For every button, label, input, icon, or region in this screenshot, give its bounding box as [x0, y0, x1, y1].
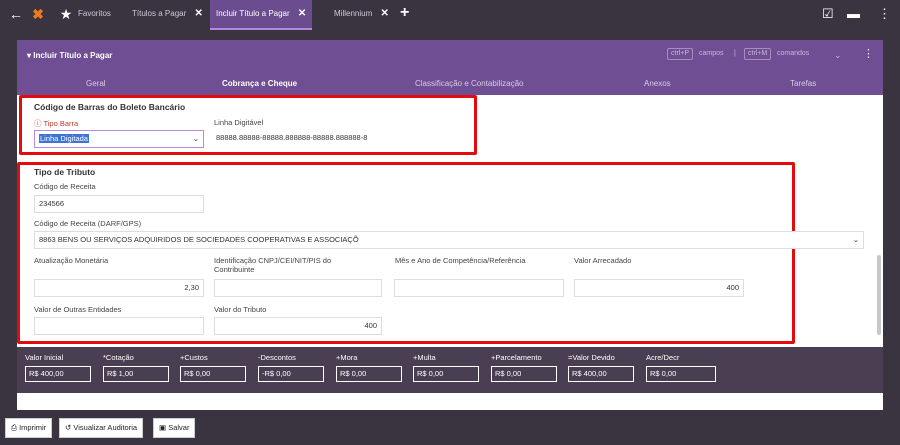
total-label: *Cotação: [103, 353, 134, 362]
star-icon[interactable]: ★: [58, 6, 74, 22]
chevron-down-icon: ⌄: [852, 235, 859, 244]
history-icon: ↺: [65, 423, 72, 432]
valor-tributo-label: Valor do Tributo: [214, 305, 267, 314]
printer-icon: ⎙: [11, 423, 17, 432]
codigo-receita-label: Código de Receita: [34, 182, 96, 191]
darf-select[interactable]: 8863 BENS OU SERVIÇOS ADQUIRIDOS DE SOCI…: [34, 231, 864, 249]
total-value[interactable]: -R$ 0,00: [258, 366, 324, 382]
tab-tarefas[interactable]: Tarefas: [790, 79, 816, 88]
tab-titulos-a-pagar[interactable]: Títulos a Pagar ✕: [128, 0, 207, 30]
more-vertical-icon[interactable]: ⋮: [878, 6, 891, 22]
total-label: +Mora: [336, 353, 358, 362]
shortcut-label-1: campos: [699, 50, 724, 57]
valor-arrecadado-label: Valor Arrecadado: [574, 256, 632, 265]
collapse-icon[interactable]: ▾: [27, 51, 31, 60]
chat-icon[interactable]: ▬: [847, 6, 860, 21]
outras-entidades-label: Valor de Outras Entidades: [34, 305, 122, 314]
darf-label: Código de Receita (DARF/GPS): [34, 219, 142, 228]
total-value[interactable]: R$ 1,00: [103, 366, 169, 382]
tipo-barra-label: ⓘ Tipo Barra: [34, 119, 79, 128]
info-icon: ⓘ: [34, 119, 42, 128]
total-value[interactable]: R$ 0,00: [336, 366, 402, 382]
total-value[interactable]: R$ 400,00: [568, 366, 634, 382]
window-tabs: Geral Cobrança e Cheque Classificação e …: [17, 75, 883, 95]
atualizacao-field[interactable]: 2,30: [34, 279, 204, 297]
mes-ano-label: Mês e Ano de Competência/Referência: [395, 256, 526, 265]
more-vertical-icon[interactable]: ⋮: [863, 47, 874, 60]
total-label: Acre/Decr: [646, 353, 680, 362]
new-tab-icon[interactable]: +: [400, 4, 409, 22]
close-icon[interactable]: ✕: [380, 8, 388, 19]
total-label: +Custos: [180, 353, 208, 362]
total-label: Valor Inicial: [25, 353, 64, 362]
valor-tributo-field[interactable]: 400: [214, 317, 382, 335]
tributo-section-title: Tipo de Tributo: [34, 167, 96, 177]
form-content: Código de Barras do Boleto Bancário ⓘ Ti…: [17, 95, 883, 347]
totals-bar: Valor Inicial R$ 400,00 *Cotação R$ 1,00…: [17, 347, 883, 393]
tab-anexos[interactable]: Anexos: [644, 79, 671, 88]
tipo-barra-select[interactable]: Linha Digitada ⌄: [34, 130, 204, 148]
app-logo-icon[interactable]: ✖: [30, 6, 46, 22]
window-title: ▾ Incluir Título a Pagar: [27, 51, 113, 60]
imprimir-button[interactable]: ⎙ Imprimir: [5, 418, 53, 438]
tab-millennium[interactable]: Millennium ✕: [330, 0, 393, 30]
tab-label: Favoritos: [78, 9, 111, 18]
valor-arrecadado-field[interactable]: 400: [574, 279, 744, 297]
codigo-receita-field[interactable]: 234566: [34, 195, 204, 213]
shortcut-key-2: ctrl+M: [744, 48, 772, 60]
form-window: ▾ Incluir Título a Pagar ctrl+P campos |…: [17, 40, 883, 410]
shortcut-separator: |: [734, 50, 736, 57]
bottom-toolbar: ⎙ Imprimir ↺ Visualizar Auditoria ▣ Salv…: [0, 410, 900, 445]
close-icon[interactable]: ✕: [194, 8, 202, 19]
boleto-section-title: Código de Barras do Boleto Bancário: [34, 102, 186, 112]
salvar-button[interactable]: ▣ Salvar: [153, 418, 196, 438]
shortcut-label-2: comandos: [777, 50, 810, 57]
tab-favoritos[interactable]: Favoritos: [78, 0, 111, 30]
clipboard-icon[interactable]: ☑: [822, 6, 834, 22]
identificacao-label-line2: Contribuinte: [214, 265, 255, 274]
identificacao-field[interactable]: [214, 279, 382, 297]
mes-ano-field[interactable]: [394, 279, 564, 297]
scrollbar[interactable]: [877, 255, 881, 335]
total-value[interactable]: R$ 400,00: [25, 366, 91, 382]
identificacao-label-line1: Identificação CNPJ/CEI/NIT/PIS do: [214, 256, 332, 265]
total-label: =Valor Devido: [568, 353, 615, 362]
tab-geral[interactable]: Geral: [86, 79, 106, 88]
tab-incluir-titulo[interactable]: Incluir Título a Pagar ✕: [210, 0, 313, 30]
outras-entidades-field[interactable]: [34, 317, 204, 335]
tab-classificacao[interactable]: Classificação e Contabilização: [415, 79, 524, 88]
close-icon[interactable]: ✕: [298, 8, 306, 19]
back-icon[interactable]: ←: [8, 6, 24, 22]
total-value[interactable]: R$ 0,00: [491, 366, 557, 382]
total-value[interactable]: R$ 0,00: [413, 366, 479, 382]
tab-label: Millennium: [334, 9, 373, 18]
visualizar-auditoria-button[interactable]: ↺ Visualizar Auditoria: [59, 418, 144, 438]
window-header: ▾ Incluir Título a Pagar ctrl+P campos |…: [17, 40, 883, 75]
shortcut-key-1: ctrl+P: [667, 48, 694, 60]
chevron-down-icon[interactable]: ⌄: [834, 50, 842, 61]
save-icon: ▣: [159, 423, 167, 432]
total-label: +Parcelamento: [491, 353, 542, 362]
total-label: -Descontos: [258, 353, 296, 362]
total-label: +Multa: [413, 353, 436, 362]
atualizacao-label: Atualização Monetária: [34, 256, 109, 265]
linha-digitavel-field[interactable]: 88888.88888-88888.888888-88888.888888-8: [212, 130, 382, 148]
linha-digitavel-label: Linha Digitável: [214, 118, 264, 127]
tab-label: Títulos a Pagar: [132, 9, 187, 18]
total-value[interactable]: R$ 0,00: [646, 366, 716, 382]
top-bar: ← ✖ ★ Favoritos Títulos a Pagar ✕ Inclui…: [0, 0, 900, 30]
total-value[interactable]: R$ 0,00: [180, 366, 246, 382]
chevron-down-icon: ⌄: [192, 134, 199, 143]
tab-label: Incluir Título a Pagar: [216, 9, 290, 18]
tab-cobranca-cheque[interactable]: Cobrança e Cheque: [222, 79, 297, 88]
